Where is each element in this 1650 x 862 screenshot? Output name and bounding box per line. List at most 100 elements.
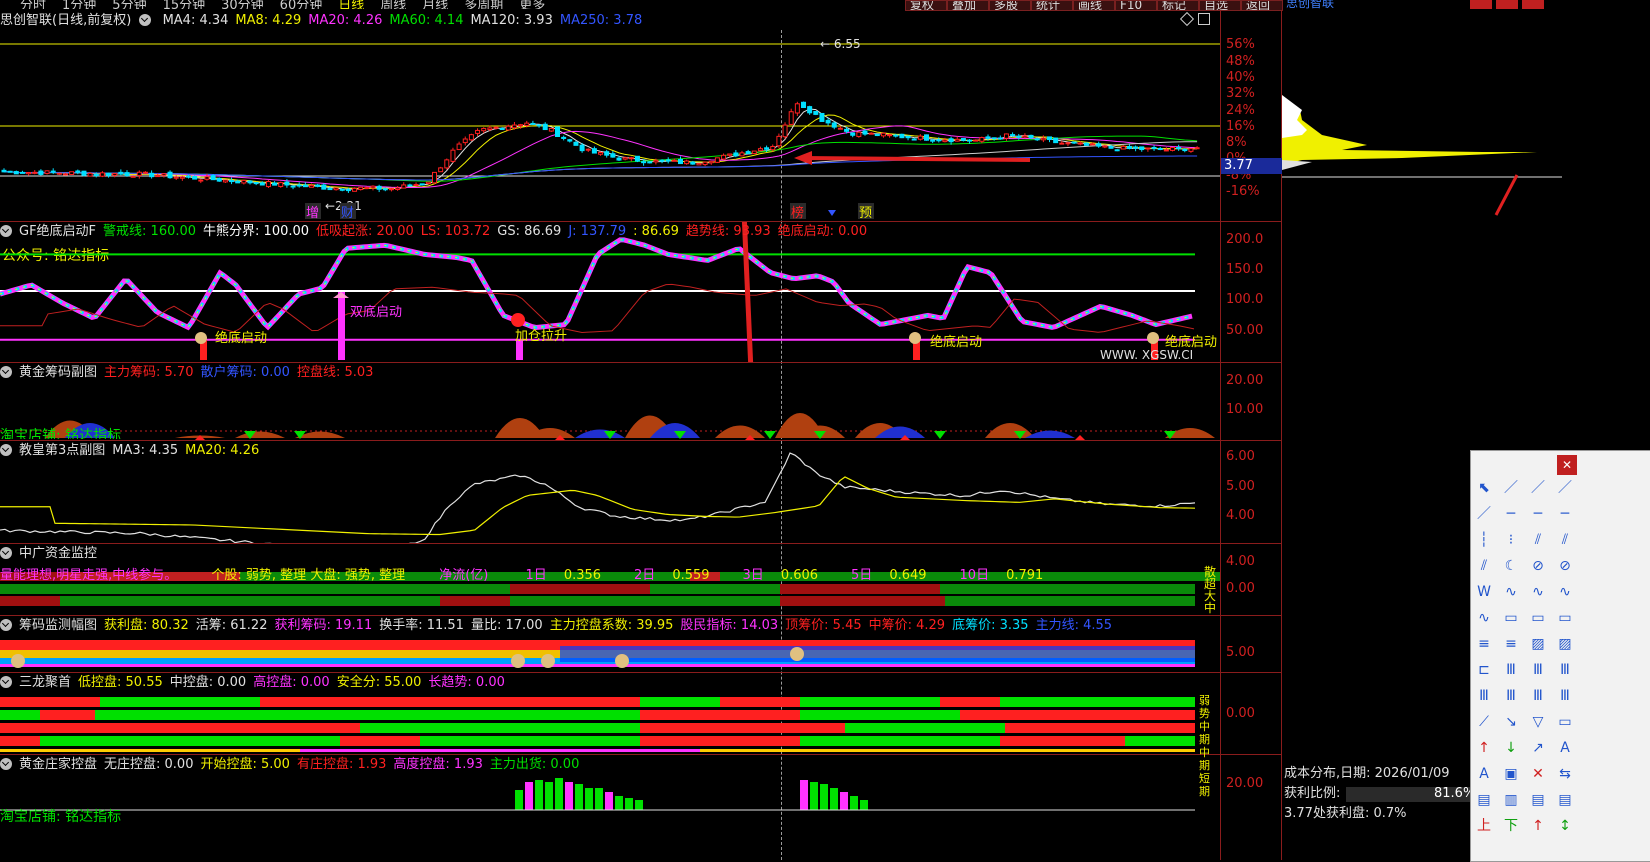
drawing-tool-icon[interactable]: W: [1473, 581, 1495, 603]
drawing-tool-icon[interactable]: ↓: [1500, 737, 1522, 759]
drawing-tool-icon[interactable]: Ⅲ: [1554, 659, 1576, 681]
toolbox-close-button[interactable]: ✕: [1557, 455, 1577, 475]
drawing-tool-icon[interactable]: ↗: [1527, 737, 1549, 759]
drawing-tool-icon[interactable]: ⫽: [1527, 529, 1549, 551]
toolbar-button[interactable]: 多股: [989, 0, 1031, 11]
toolbar-button[interactable]: 标记: [1157, 0, 1199, 11]
drawing-tool-icon[interactable]: A: [1473, 763, 1495, 785]
drawing-tool-icon[interactable]: ≡: [1500, 633, 1522, 655]
drawing-tool-icon[interactable]: A: [1554, 737, 1576, 759]
window-controls[interactable]: [1470, 0, 1550, 10]
indicator-toggle-icon[interactable]: [0, 225, 12, 237]
drawing-tool-icon[interactable]: ⊘: [1554, 555, 1576, 577]
settings-diamond-icon[interactable]: [1179, 11, 1195, 27]
period-tab[interactable]: 月线: [422, 0, 448, 9]
drawing-tool-icon[interactable]: ↕: [1554, 815, 1576, 837]
panel7-title[interactable]: 黄金庄家控盘: [19, 757, 97, 772]
indicator-toggle-icon[interactable]: [0, 547, 12, 559]
expand-icon[interactable]: [1198, 13, 1210, 25]
indicator-toggle-icon[interactable]: [0, 444, 12, 456]
drawing-tool-icon[interactable]: ▭: [1527, 607, 1549, 629]
drawing-tool-icon[interactable]: ▤: [1473, 789, 1495, 811]
drawing-tool-icon[interactable]: ─: [1554, 503, 1576, 525]
period-tab[interactable]: 更多: [519, 0, 545, 9]
drawing-tool-icon[interactable]: 下: [1500, 815, 1522, 837]
drawing-tool-icon[interactable]: ⊘: [1527, 555, 1549, 577]
drawing-tool-icon[interactable]: ／: [1554, 477, 1576, 499]
drawing-tool-icon[interactable]: ▨: [1527, 633, 1549, 655]
indicator-toggle-icon[interactable]: [139, 14, 152, 26]
period-tab[interactable]: 30分钟: [221, 0, 264, 9]
drawing-tool-icon[interactable]: Ⅲ: [1527, 685, 1549, 707]
panel1-chart[interactable]: 绝底启动双底启动加仓拉升 绝底启动 绝底启动WWW. XGSW.CI: [0, 222, 1220, 362]
drawing-tool-icon[interactable]: ▥: [1500, 789, 1522, 811]
period-tab[interactable]: 1分钟: [62, 0, 96, 9]
indicator-toggle-icon[interactable]: [0, 619, 12, 631]
drawing-tool-icon[interactable]: Ⅲ: [1527, 659, 1549, 681]
drawing-tool-icon[interactable]: ⇆: [1554, 763, 1576, 785]
drawing-tool-icon[interactable]: ▨: [1554, 633, 1576, 655]
indicator-toggle-icon[interactable]: [0, 676, 12, 688]
indicator-toggle-icon[interactable]: [0, 366, 12, 378]
period-tab[interactable]: 多周期: [464, 0, 503, 9]
drawing-tool-icon[interactable]: ▭: [1554, 607, 1576, 629]
drawing-tool-icon[interactable]: ／: [1527, 477, 1549, 499]
drawing-tool-icon[interactable]: ↑: [1527, 815, 1549, 837]
drawing-tool-icon[interactable]: ／: [1473, 503, 1495, 525]
main-candlestick-chart[interactable]: ← 6.55←2.21增财榜预: [0, 30, 1220, 220]
drawing-tool-icon[interactable]: Ⅲ: [1554, 685, 1576, 707]
drawing-tool-icon[interactable]: ↑: [1473, 737, 1495, 759]
drawing-tool-icon[interactable]: ☾: [1500, 555, 1522, 577]
drawing-tool-icon[interactable]: ∿: [1554, 581, 1576, 603]
candle: [1108, 146, 1114, 149]
indicator-value: 主力出货: 0.00: [489, 757, 580, 772]
drawing-tool-icon[interactable]: ⟋: [1473, 711, 1495, 733]
drawing-tool-icon[interactable]: ⫽: [1554, 529, 1576, 551]
drawing-tool-icon[interactable]: ▣: [1500, 763, 1522, 785]
drawing-tool-icon[interactable]: ⊏: [1473, 659, 1495, 681]
panel5-title[interactable]: 筹码监测幅图: [19, 618, 97, 633]
toolbar-button[interactable]: 画线: [1073, 0, 1115, 11]
period-tab[interactable]: 15分钟: [163, 0, 206, 9]
period-tab[interactable]: 周线: [380, 0, 406, 9]
drawing-tool-icon[interactable]: 上: [1473, 815, 1495, 837]
period-tab[interactable]: 日线: [338, 0, 364, 9]
drawing-tool-icon[interactable]: ≡: [1473, 633, 1495, 655]
panel4-title[interactable]: 中广资金监控: [19, 546, 97, 561]
drawing-tool-icon[interactable]: ∿: [1500, 581, 1522, 603]
axis-tick-label: 56%: [1226, 37, 1255, 52]
drawing-tool-icon[interactable]: ▤: [1527, 789, 1549, 811]
drawing-tool-icon[interactable]: ▭: [1554, 711, 1576, 733]
drawing-tool-icon[interactable]: ─: [1527, 503, 1549, 525]
panel2-title[interactable]: 黄金筹码副图: [19, 365, 97, 380]
toolbar-button[interactable]: 叠加: [947, 0, 989, 11]
drawing-tool-icon[interactable]: Ⅲ: [1500, 659, 1522, 681]
period-tab[interactable]: 分时: [20, 0, 46, 9]
drawing-tool-icon[interactable]: ▽: [1527, 711, 1549, 733]
drawing-tool-icon[interactable]: ∿: [1527, 581, 1549, 603]
drawing-tool-icon[interactable]: Ⅲ: [1500, 685, 1522, 707]
drawing-tool-icon[interactable]: ✕: [1527, 763, 1549, 785]
drawing-tool-icon[interactable]: ∿: [1473, 607, 1495, 629]
drawing-tool-icon[interactable]: ▭: [1500, 607, 1522, 629]
panel3-title[interactable]: 教皇第3点副图: [19, 443, 105, 458]
indicator-toggle-icon[interactable]: [0, 758, 12, 770]
drawing-tool-icon[interactable]: ┆: [1473, 529, 1495, 551]
drawing-tool-icon[interactable]: ⁝: [1500, 529, 1522, 551]
drawing-tool-icon[interactable]: ／: [1500, 477, 1522, 499]
main-title[interactable]: 思创智联(日线,前复权): [0, 13, 131, 28]
toolbar-button[interactable]: 复权: [905, 0, 947, 11]
toolbar-button[interactable]: 返回: [1241, 0, 1283, 11]
drawing-tool-icon[interactable]: ⬉: [1473, 477, 1495, 499]
panel1-title[interactable]: GF绝底启动F: [19, 224, 96, 239]
drawing-tool-icon[interactable]: ▤: [1554, 789, 1576, 811]
toolbar-button[interactable]: F10: [1115, 0, 1157, 11]
period-tab[interactable]: 60分钟: [280, 0, 323, 9]
panel6-title[interactable]: 三龙聚首: [19, 675, 71, 690]
drawing-tool-icon[interactable]: ↘: [1500, 711, 1522, 733]
period-tab[interactable]: 5分钟: [112, 0, 146, 9]
drawing-tool-icon[interactable]: ⫽: [1473, 555, 1495, 577]
toolbar-button[interactable]: 统计: [1031, 0, 1073, 11]
drawing-tool-icon[interactable]: ─: [1500, 503, 1522, 525]
drawing-tool-icon[interactable]: Ⅲ: [1473, 685, 1495, 707]
